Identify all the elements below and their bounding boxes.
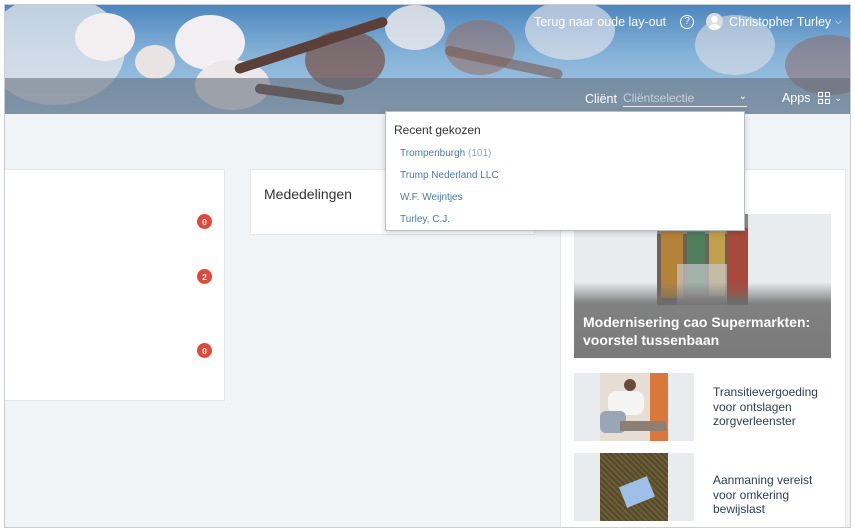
client-selector: Cliënt Cliëntselectie ⌄ — [585, 91, 747, 107]
count-badge: 2 — [197, 269, 212, 284]
client-select-input[interactable]: Cliëntselectie ⌄ — [622, 91, 747, 107]
overview-card: 0 2 0 — [5, 169, 225, 401]
apps-grid-icon[interactable] — [818, 92, 831, 104]
featured-news-title[interactable]: Modernisering cao Supermarkten: voorstel… — [583, 313, 823, 349]
apps-menu[interactable]: Apps ⌄ — [782, 91, 842, 105]
chevron-down-icon[interactable]: ⌄ — [834, 93, 842, 104]
dropdown-item[interactable]: Trompenburgh (101) — [400, 148, 491, 159]
avatar[interactable] — [706, 13, 724, 30]
chevron-down-icon[interactable]: ⌵ — [835, 16, 842, 27]
top-navigation: Terug naar oude lay-out ? Christopher Tu… — [534, 13, 842, 30]
count-badge: 0 — [197, 214, 212, 229]
news-item[interactable]: Transitievergoeding voor ontslagen zorgv… — [574, 373, 834, 441]
featured-news[interactable]: Modernisering cao Supermarkten: voorstel… — [574, 214, 831, 358]
caregiver-image — [600, 373, 668, 441]
client-name[interactable]: Turley, C.J. — [400, 214, 450, 225]
dropdown-item[interactable]: W.F. Weijntjes — [400, 192, 463, 203]
client-name[interactable]: W.F. Weijntjes — [400, 192, 463, 203]
news-title[interactable]: Transitievergoeding voor ontslagen zorgv… — [713, 385, 833, 429]
announcements-title: Mededelingen — [264, 186, 352, 202]
letter-on-carpet-image — [600, 453, 668, 521]
count-badge: 0 — [197, 343, 212, 358]
news-title[interactable]: Aanmaning vereist voor omkering bewijsla… — [713, 473, 833, 517]
client-label: Cliënt — [585, 92, 617, 106]
recent-heading: Recent gekozen — [394, 123, 481, 137]
dropdown-item[interactable]: Turley, C.J. — [400, 214, 450, 225]
news-item[interactable]: Aanmaning vereist voor omkering bewijsla… — [574, 453, 834, 521]
news-thumbnail — [574, 373, 694, 441]
news-thumbnail — [574, 453, 694, 521]
dropdown-item[interactable]: Trump Nederland LLC — [400, 170, 499, 181]
client-dropdown: Recent gekozen Trompenburgh (101) Trump … — [385, 111, 745, 231]
help-icon[interactable]: ? — [680, 14, 695, 29]
old-layout-link[interactable]: Terug naar oude lay-out — [534, 15, 666, 29]
user-name[interactable]: Christopher Turley — [729, 15, 831, 29]
client-placeholder: Cliëntselectie — [622, 91, 695, 105]
client-name[interactable]: Trompenburgh — [400, 148, 465, 159]
client-count: (101) — [468, 148, 492, 159]
chevron-down-icon[interactable]: ⌄ — [739, 91, 747, 105]
app-window: Terug naar oude lay-out ? Christopher Tu… — [4, 4, 851, 528]
client-name[interactable]: Trump Nederland LLC — [400, 170, 499, 181]
apps-label[interactable]: Apps — [782, 91, 811, 105]
